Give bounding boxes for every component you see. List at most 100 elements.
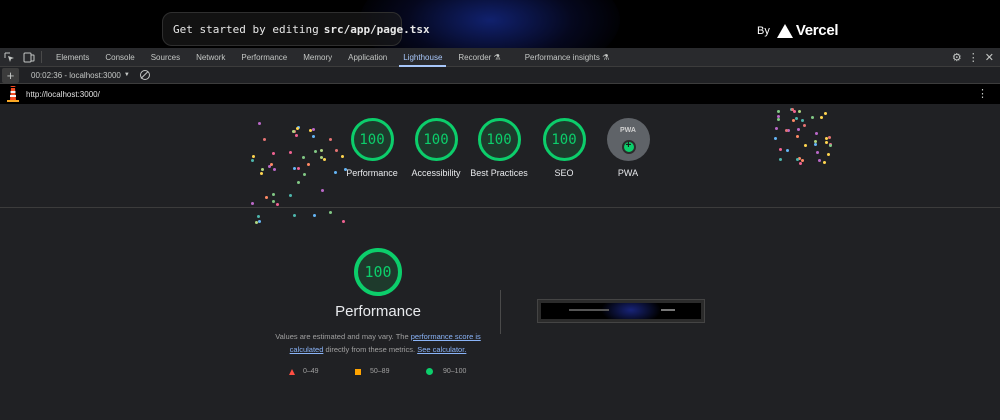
confetti-dot bbox=[267, 165, 271, 169]
tab-memory[interactable]: Memory bbox=[295, 48, 340, 67]
confetti-dot bbox=[257, 220, 261, 224]
confetti-dot bbox=[829, 144, 833, 148]
legend-range: 90–100 bbox=[443, 368, 467, 375]
confetti-dot bbox=[271, 151, 275, 155]
square-icon bbox=[355, 368, 361, 375]
confetti-dot bbox=[272, 200, 276, 204]
report-menu-icon[interactable]: ⋮ bbox=[977, 87, 988, 101]
confetti-dot bbox=[792, 119, 795, 123]
by-label: By bbox=[757, 24, 770, 37]
gauge-seo[interactable]: 100 SEO bbox=[532, 118, 596, 180]
confetti-dot bbox=[820, 116, 824, 120]
page-screenshot-thumbnail[interactable] bbox=[537, 299, 705, 323]
confetti-dot bbox=[794, 116, 798, 120]
confetti-dot bbox=[785, 148, 789, 152]
calculator-link[interactable]: See calculator. bbox=[417, 345, 466, 354]
report-url[interactable]: http://localhost:3000/ bbox=[26, 90, 100, 99]
confetti-dot bbox=[275, 202, 279, 206]
vercel-logo-icon bbox=[776, 23, 793, 38]
page-header: Get started by editing src/app/page.tsx … bbox=[0, 0, 1000, 48]
performance-description: Values are estimated and may vary. The p… bbox=[262, 330, 494, 356]
get-started-text: Get started by editing bbox=[173, 22, 319, 36]
confetti-dot bbox=[779, 148, 783, 152]
tab-elements[interactable]: Elements bbox=[48, 48, 97, 67]
gauge-best-practices[interactable]: 100 Best Practices bbox=[467, 118, 531, 180]
confetti-dot bbox=[791, 107, 795, 111]
confetti-dot bbox=[826, 152, 830, 156]
legend-pass: 90–100 bbox=[426, 368, 466, 375]
inspect-element-icon[interactable] bbox=[0, 48, 19, 67]
triangle-icon bbox=[289, 368, 295, 375]
tab-recorder[interactable]: Recorder ⚗ bbox=[450, 48, 508, 67]
vertical-divider bbox=[500, 290, 501, 334]
confetti-dot bbox=[296, 126, 300, 130]
confetti-dot bbox=[797, 110, 801, 114]
vercel-link[interactable]: By Vercel bbox=[757, 22, 839, 39]
gauge-pwa[interactable]: PWA PWA bbox=[596, 118, 660, 180]
circle-icon bbox=[426, 368, 433, 375]
confetti-dot bbox=[296, 180, 300, 184]
confetti-dot bbox=[320, 148, 324, 152]
tab-console[interactable]: Console bbox=[97, 48, 142, 67]
confetti-dot bbox=[776, 109, 780, 113]
confetti-dot bbox=[293, 214, 297, 218]
tab-application[interactable]: Application bbox=[340, 48, 395, 67]
pwa-badge-text: PWA bbox=[620, 127, 636, 134]
confetti-dot bbox=[250, 158, 254, 162]
confetti-dot bbox=[289, 150, 293, 154]
gauge-label: Performance bbox=[346, 168, 398, 178]
device-toolbar-icon[interactable] bbox=[19, 48, 38, 67]
confetti-dot bbox=[262, 137, 266, 141]
tab-lighthouse[interactable]: Lighthouse bbox=[395, 48, 450, 67]
confetti-dot bbox=[775, 127, 778, 131]
get-started-banner: Get started by editing src/app/page.tsx bbox=[162, 12, 430, 46]
legend-range: 0–49 bbox=[303, 368, 319, 375]
clear-reports-icon[interactable] bbox=[139, 70, 150, 80]
close-icon[interactable]: ✕ bbox=[985, 51, 994, 64]
tab-sources[interactable]: Sources bbox=[143, 48, 188, 67]
gauge-performance[interactable]: 100 Performance bbox=[340, 118, 404, 180]
confetti-dot bbox=[798, 162, 802, 166]
confetti-dot bbox=[252, 154, 256, 158]
confetti-dot bbox=[309, 129, 313, 133]
vercel-brand: Vercel bbox=[795, 22, 839, 39]
confetti-dot bbox=[312, 134, 316, 138]
confetti-dot bbox=[257, 122, 261, 126]
confetti-dot bbox=[823, 160, 827, 164]
new-report-button[interactable]: + bbox=[2, 67, 19, 83]
confetti-dot bbox=[321, 189, 324, 193]
confetti-dot bbox=[773, 137, 777, 141]
confetti-dot bbox=[291, 129, 295, 133]
confetti-dot bbox=[328, 211, 332, 215]
confetti-dot bbox=[813, 143, 817, 147]
confetti-dot bbox=[328, 138, 332, 142]
tab-network[interactable]: Network bbox=[188, 48, 233, 67]
score-ring: 100 bbox=[477, 118, 521, 161]
settings-gear-icon[interactable]: ⚙ bbox=[952, 51, 962, 64]
tab-performance[interactable]: Performance bbox=[233, 48, 295, 67]
report-selector[interactable]: 00:02:36 - localhost:3000 ▼ bbox=[31, 71, 130, 80]
tab-performance-insights[interactable]: Performance insights ⚗ bbox=[517, 48, 618, 67]
toolbar-divider bbox=[41, 51, 42, 63]
confetti-dot bbox=[261, 167, 265, 171]
legend-range: 50–89 bbox=[370, 368, 390, 375]
confetti-dot bbox=[260, 171, 264, 175]
confetti-dot bbox=[257, 214, 261, 218]
confetti-dot bbox=[272, 192, 276, 196]
legend-average: 50–89 bbox=[355, 368, 389, 375]
confetti-dot bbox=[800, 158, 804, 162]
lighthouse-toolbar: + 00:02:36 - localhost:3000 ▼ bbox=[0, 67, 1000, 84]
confetti-dot bbox=[297, 167, 301, 171]
more-options-icon[interactable]: ⋮ bbox=[968, 51, 979, 64]
confetti-dot bbox=[264, 196, 268, 200]
confetti-dot bbox=[333, 170, 337, 174]
confetti-dot bbox=[307, 163, 311, 167]
performance-score-ring: 100 bbox=[354, 248, 402, 296]
legend-fail: 0–49 bbox=[289, 368, 319, 375]
gauge-accessibility[interactable]: 100 Accessibility bbox=[404, 118, 468, 180]
pwa-badge-icon: PWA bbox=[606, 118, 650, 161]
gauge-label: Accessibility bbox=[411, 168, 461, 178]
confetti-dot bbox=[784, 128, 788, 132]
score-ring: 100 bbox=[414, 118, 458, 161]
confetti-dot bbox=[817, 159, 821, 163]
